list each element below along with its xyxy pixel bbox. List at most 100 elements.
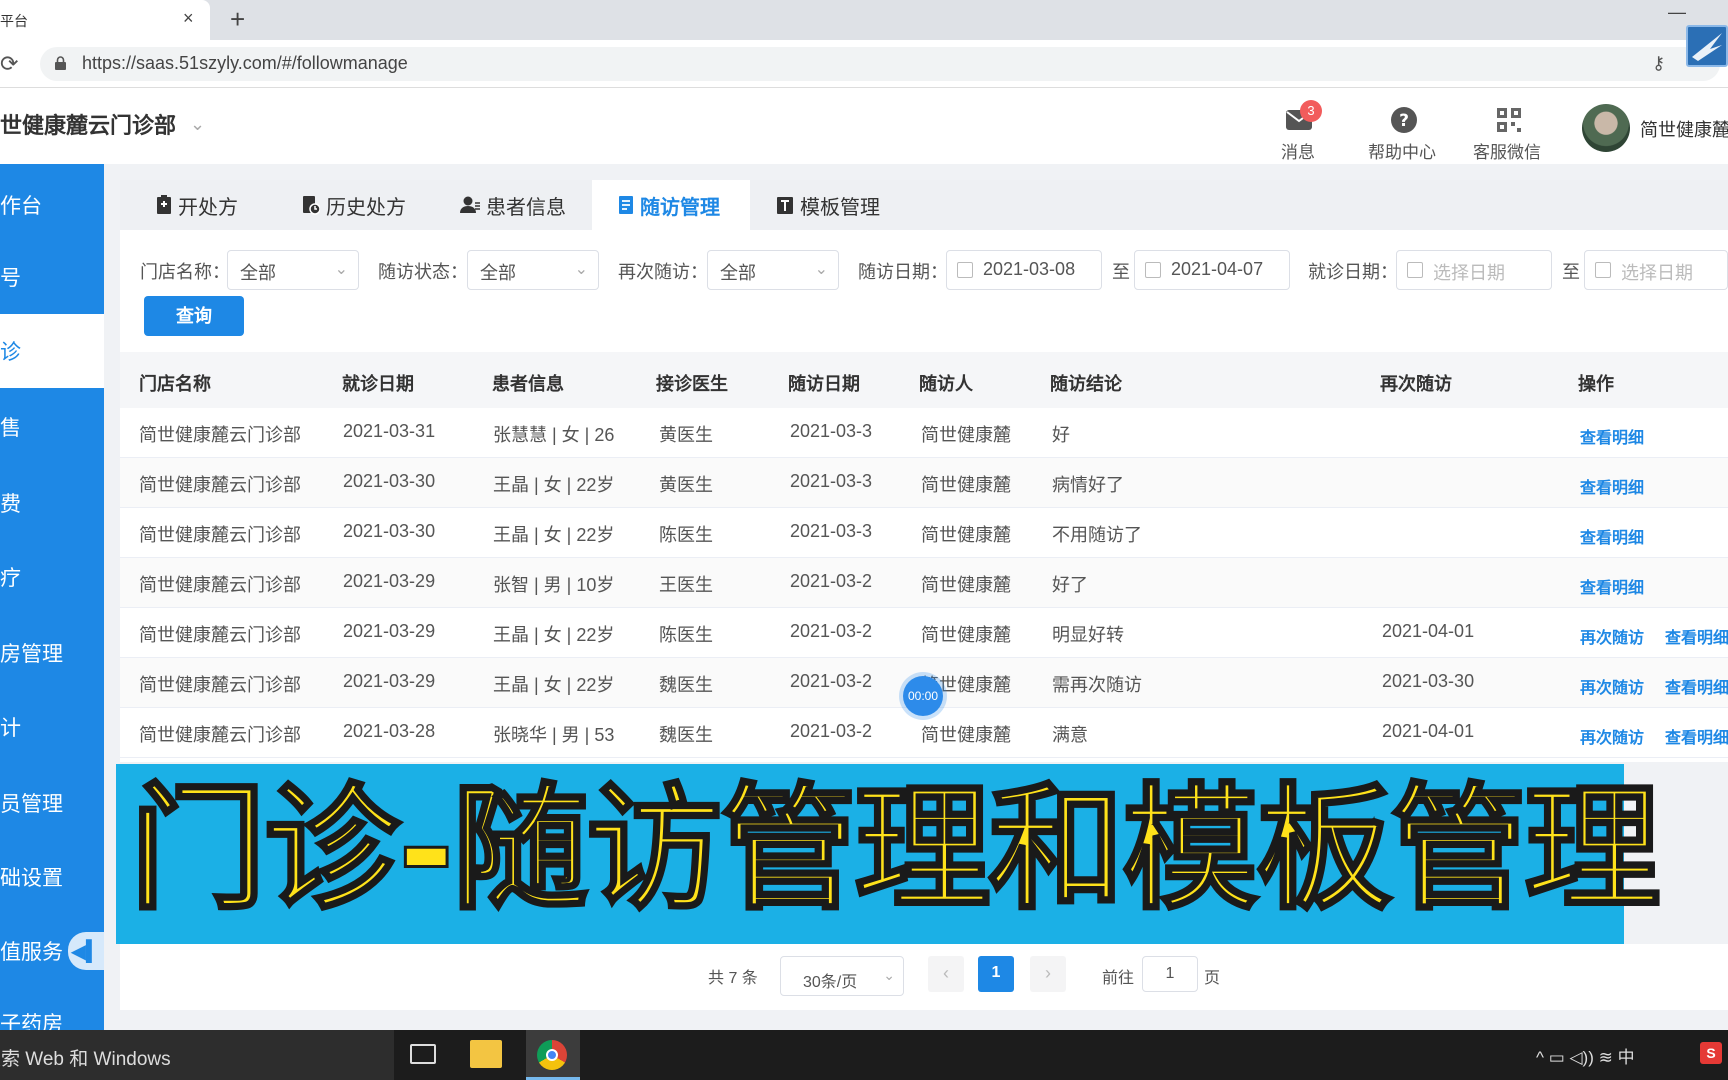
view-detail-link[interactable]: 查看明细 (1580, 524, 1644, 548)
tab-patient-info[interactable]: 患者信息 (454, 180, 594, 230)
sidebar-item-label: 增值服务 (0, 941, 63, 964)
username[interactable]: 简世健康麓 (1640, 116, 1728, 142)
view-detail-link[interactable]: 查看明细 (1665, 624, 1728, 648)
key-icon[interactable]: ⚷ (1652, 53, 1665, 74)
follow-date-to-input[interactable]: 2021-04-07 (1134, 250, 1290, 290)
follow-date-from-input[interactable]: 2021-03-08 (946, 250, 1102, 290)
col-follow-date: 随访日期 (788, 374, 860, 394)
sidebar-item-label: 收费 (0, 493, 21, 516)
tab-template-management-label: 模板管理 (800, 196, 880, 219)
new-tab-icon[interactable]: + (230, 4, 245, 35)
sidebar-item-label: 会员管理 (0, 793, 63, 816)
system-tray[interactable]: ^ ▭ ◁)) ≋ 中 (1536, 1043, 1635, 1068)
row-visit-date-cell: 2021-03-30 (343, 471, 436, 491)
collapse-sidebar-icon[interactable]: ◀▍ (68, 932, 104, 970)
sidebar-item-1[interactable]: 工作台 (0, 168, 104, 242)
chevron-down-icon: ⌄ (574, 261, 588, 278)
date-range-separator: 至 (1112, 262, 1130, 282)
sidebar-item-3[interactable]: 门诊 (0, 314, 104, 388)
view-detail-link[interactable]: 查看明细 (1665, 674, 1728, 698)
sidebar-item-label: 药售 (0, 417, 21, 440)
sidebar-item-8[interactable]: 统计 (0, 690, 104, 764)
message-count-badge: 3 (1300, 100, 1322, 122)
revisit-select[interactable]: 全部 ⌄ (707, 250, 839, 290)
help-center-label[interactable]: 帮助中心 (1368, 138, 1436, 163)
row-doctor-cell: 黄医生 (659, 425, 713, 445)
reload-icon[interactable]: ⟳ (0, 51, 18, 77)
row-patient-cell: 王晶 | 女 | 22岁 (493, 625, 615, 645)
col-follower: 随访人 (919, 374, 973, 394)
task-view-icon[interactable] (410, 1044, 436, 1064)
minimize-icon[interactable]: — (1668, 2, 1686, 23)
sidebar-item-5[interactable]: 收费 (0, 466, 104, 540)
tab-new-prescription[interactable]: 开处方 (150, 180, 280, 230)
url-text[interactable]: https://saas.51szyly.com/#/followmanage (82, 53, 408, 74)
customer-wechat-label[interactable]: 客服微信 (1473, 138, 1541, 163)
view-detail-link[interactable]: 查看明细 (1580, 424, 1644, 448)
status-filter-label: 随访状态： (378, 262, 468, 282)
tab-template-management[interactable]: 模板管理 (770, 180, 910, 230)
row-conclusion-cell: 好 (1052, 425, 1070, 445)
file-explorer-icon[interactable] (470, 1040, 502, 1068)
goto-page-input[interactable]: 1 (1142, 956, 1198, 992)
tab-history-prescription[interactable]: 历史处方 (296, 180, 432, 230)
view-detail-link[interactable]: 查看明细 (1580, 474, 1644, 498)
tab-history-prescription-label: 历史处方 (326, 196, 406, 219)
brand-title[interactable]: 简世健康麓云门诊部 (0, 108, 176, 140)
revisit-link[interactable]: 再次随访 (1580, 724, 1644, 748)
row-follower-cell: 简世健康麓 (921, 525, 1011, 545)
page-number-current[interactable]: 1 (978, 956, 1014, 992)
view-detail-link[interactable]: 查看明细 (1580, 574, 1644, 598)
revisit-link[interactable]: 再次随访 (1580, 624, 1644, 648)
chrome-icon-center (546, 1049, 558, 1061)
visit-date-to-input[interactable]: 选择日期 (1584, 250, 1728, 290)
sidebar-item-9[interactable]: 会员管理 (0, 766, 104, 840)
row-doctor-cell: 黄医生 (659, 475, 713, 495)
follow-date-label: 随访日期： (858, 262, 948, 282)
row-store-cell: 简世健康麓云门诊部 (139, 575, 301, 595)
store-select[interactable]: 全部 ⌄ (227, 250, 359, 290)
row-follower-cell: 简世健康麓 (921, 475, 1011, 495)
row-store-cell: 简世健康麓云门诊部 (139, 625, 301, 645)
sidebar-item-6[interactable]: 治疗 (0, 540, 104, 614)
prescription-icon (157, 195, 171, 214)
extension-logo-icon[interactable] (1686, 25, 1728, 67)
row-patient-cell: 王晶 | 女 | 22岁 (493, 475, 615, 495)
brand-chevron-down-icon[interactable]: ⌄ (190, 114, 205, 135)
tab-close-icon[interactable]: × (183, 8, 194, 29)
next-page-button[interactable]: › (1030, 956, 1066, 992)
user-avatar[interactable] (1582, 104, 1630, 152)
row-follow-date-cell: 2021-03-2 (790, 671, 873, 691)
app-header (0, 88, 1728, 164)
recording-timer[interactable]: 00:00 (903, 676, 943, 716)
tab-new-prescription-label: 开处方 (178, 196, 238, 219)
row-revisit-cell: 2021-04-01 (1382, 721, 1475, 741)
query-button[interactable]: 查询 (144, 296, 244, 336)
status-select-value: 全部 (480, 263, 516, 283)
sidebar-item-7[interactable]: 库房管理 (0, 616, 104, 690)
calendar-icon (1145, 262, 1161, 278)
row-follow-date-cell: 2021-03-2 (790, 571, 873, 591)
sidebar-item-12[interactable]: 电子药房 (0, 988, 104, 1030)
view-detail-link[interactable]: 查看明细 (1665, 724, 1728, 748)
sidebar-item-10[interactable]: 基础设置 (0, 840, 104, 914)
prev-page-button[interactable]: ‹ (928, 956, 964, 992)
row-store-cell: 简世健康麓云门诊部 (139, 475, 301, 495)
row-doctor-cell: 陈医生 (659, 525, 713, 545)
sidebar-item-4[interactable]: 药售 (0, 390, 104, 464)
ime-icon[interactable]: S (1700, 1042, 1722, 1064)
qrcode-icon[interactable] (1494, 105, 1524, 135)
page-size-select[interactable]: 30条/页 ⌄ (780, 956, 904, 996)
status-select[interactable]: 全部 ⌄ (467, 250, 599, 290)
row-doctor-cell: 陈医生 (659, 625, 713, 645)
sidebar-item-2[interactable]: 挂号 (0, 240, 104, 314)
messages-label[interactable]: 消息 (1281, 138, 1315, 163)
tab-followup-management[interactable]: 随访管理 (592, 180, 750, 230)
row-store-cell: 简世健康麓云门诊部 (139, 525, 301, 545)
lock-icon (55, 56, 66, 70)
revisit-link[interactable]: 再次随访 (1580, 674, 1644, 698)
row-patient-cell: 王晶 | 女 | 22岁 (493, 675, 615, 695)
visit-date-from-input[interactable]: 选择日期 (1396, 250, 1552, 290)
taskbar-search-box[interactable]: 搜索 Web 和 Windows (0, 1030, 394, 1080)
help-icon[interactable]: ? (1389, 105, 1419, 135)
